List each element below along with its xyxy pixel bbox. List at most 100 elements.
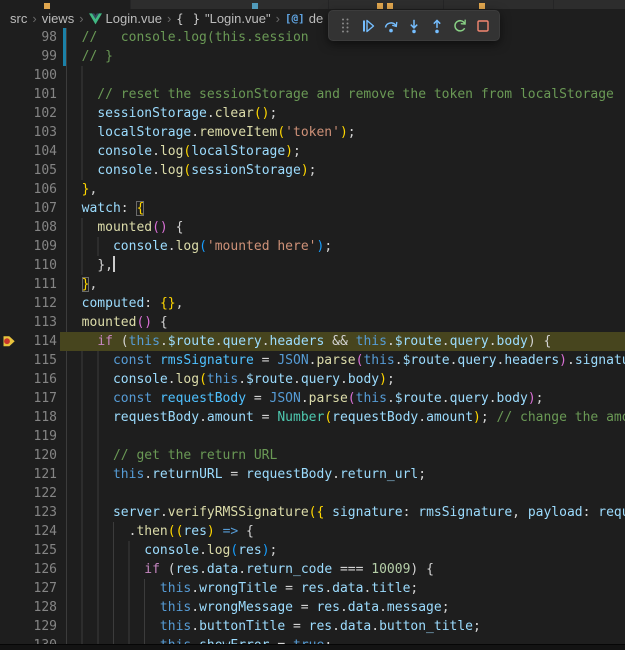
code-line[interactable]: 107 watch: { bbox=[0, 199, 625, 218]
line-number[interactable]: 108 bbox=[0, 218, 60, 237]
code-text[interactable]: mounted() { bbox=[60, 313, 625, 332]
code-text[interactable]: console.log('mounted here'); bbox=[60, 237, 625, 256]
code-text[interactable]: sessionStorage.clear(); bbox=[60, 104, 625, 123]
breadcrumb-item[interactable]: "Login.vue" bbox=[205, 11, 271, 26]
breadcrumb-item[interactable]: de bbox=[309, 11, 323, 26]
code-line[interactable]: 110 }, bbox=[0, 256, 625, 275]
code-line[interactable]: 113 mounted() { bbox=[0, 313, 625, 332]
code-line[interactable]: 101 // reset the sessionStorage and remo… bbox=[0, 85, 625, 104]
continue-button[interactable] bbox=[358, 14, 378, 38]
breadcrumb-item[interactable]: src bbox=[10, 11, 27, 26]
code-line[interactable]: 128 this.wrongMessage = res.data.message… bbox=[0, 598, 625, 617]
line-number[interactable]: 114 bbox=[0, 332, 60, 351]
code-line[interactable]: 129 this.buttonTitle = res.data.button_t… bbox=[0, 617, 625, 636]
code-line[interactable]: 121 this.returnURL = requestBody.return_… bbox=[0, 465, 625, 484]
line-number[interactable]: 110 bbox=[0, 256, 60, 275]
line-number[interactable]: 125 bbox=[0, 541, 60, 560]
line-number[interactable]: 99 bbox=[0, 47, 60, 66]
line-number[interactable]: 129 bbox=[0, 617, 60, 636]
code-line[interactable]: 100 bbox=[0, 66, 625, 85]
code-line[interactable]: 103 localStorage.removeItem('token'); bbox=[0, 123, 625, 142]
code-text[interactable] bbox=[60, 66, 625, 85]
code-line[interactable]: 123 server.verifyRMSSignature({ signatur… bbox=[0, 503, 625, 522]
code-line[interactable]: 125 console.log(res); bbox=[0, 541, 625, 560]
line-number[interactable]: 128 bbox=[0, 598, 60, 617]
tab-bar[interactable] bbox=[0, 0, 625, 9]
code-line[interactable]: 126 if (res.data.return_code === 10009) … bbox=[0, 560, 625, 579]
line-number[interactable]: 103 bbox=[0, 123, 60, 142]
code-text[interactable]: server.verifyRMSSignature({ signature: r… bbox=[60, 503, 625, 522]
stop-button[interactable] bbox=[473, 14, 493, 38]
code-line[interactable]: 106 }, bbox=[0, 180, 625, 199]
editor-pane[interactable]: 98 // console.log(this.session99 // }100… bbox=[0, 28, 625, 650]
step-out-button[interactable] bbox=[427, 14, 447, 38]
code-line[interactable]: 109 console.log('mounted here'); bbox=[0, 237, 625, 256]
line-number[interactable]: 117 bbox=[0, 389, 60, 408]
line-number[interactable]: 123 bbox=[0, 503, 60, 522]
line-number[interactable]: 118 bbox=[0, 408, 60, 427]
code-line[interactable]: 111 }, bbox=[0, 275, 625, 294]
code-text[interactable]: console.log(sessionStorage); bbox=[60, 161, 625, 180]
code-text[interactable]: console.log(localStorage); bbox=[60, 142, 625, 161]
code-text[interactable]: watch: { bbox=[60, 199, 625, 218]
code-text[interactable]: // get the return URL bbox=[60, 446, 625, 465]
code-line[interactable]: 99 // } bbox=[0, 47, 625, 66]
code-text[interactable] bbox=[60, 427, 625, 446]
line-number[interactable]: 109 bbox=[0, 237, 60, 256]
code-line[interactable]: 119 bbox=[0, 427, 625, 446]
step-into-button[interactable] bbox=[404, 14, 424, 38]
code-text[interactable]: this.wrongMessage = res.data.message; bbox=[60, 598, 625, 617]
code-line[interactable]: 122 bbox=[0, 484, 625, 503]
code-line[interactable]: 108 mounted() { bbox=[0, 218, 625, 237]
line-number[interactable]: 100 bbox=[0, 66, 60, 85]
code-text[interactable]: this.returnURL = requestBody.return_url; bbox=[60, 465, 625, 484]
code-line[interactable]: 105 console.log(sessionStorage); bbox=[0, 161, 625, 180]
code-line[interactable]: 114 if (this.$route.query.headers && thi… bbox=[0, 332, 625, 351]
line-number[interactable]: 126 bbox=[0, 560, 60, 579]
code-text[interactable]: this.buttonTitle = res.data.button_title… bbox=[60, 617, 625, 636]
line-number[interactable]: 104 bbox=[0, 142, 60, 161]
code-line[interactable]: 124 .then((res) => { bbox=[0, 522, 625, 541]
code-line[interactable]: 104 console.log(localStorage); bbox=[0, 142, 625, 161]
code-text[interactable]: this.wrongTitle = res.data.title; bbox=[60, 579, 625, 598]
step-over-button[interactable] bbox=[381, 14, 401, 38]
line-number[interactable]: 102 bbox=[0, 104, 60, 123]
code-text[interactable]: computed: {}, bbox=[60, 294, 625, 313]
line-number[interactable]: 116 bbox=[0, 370, 60, 389]
line-number[interactable]: 105 bbox=[0, 161, 60, 180]
breadcrumb-item[interactable]: Login.vue bbox=[106, 11, 162, 26]
code-text[interactable]: localStorage.removeItem('token'); bbox=[60, 123, 625, 142]
code-text[interactable]: .then((res) => { bbox=[60, 522, 625, 541]
code-line[interactable]: 116 console.log(this.$route.query.body); bbox=[0, 370, 625, 389]
code-text[interactable]: const requestBody = JSON.parse(this.$rou… bbox=[60, 389, 625, 408]
code-text[interactable]: // reset the sessionStorage and remove t… bbox=[60, 85, 625, 104]
line-number[interactable]: 120 bbox=[0, 446, 60, 465]
line-number[interactable]: 106 bbox=[0, 180, 60, 199]
code-text[interactable]: const rmsSignature = JSON.parse(this.$ro… bbox=[60, 351, 625, 370]
line-number[interactable]: 107 bbox=[0, 199, 60, 218]
code-text[interactable]: }, bbox=[60, 180, 625, 199]
code-text[interactable]: if (res.data.return_code === 10009) { bbox=[60, 560, 625, 579]
line-number[interactable]: 115 bbox=[0, 351, 60, 370]
code-text[interactable]: console.log(this.$route.query.body); bbox=[60, 370, 625, 389]
code-line[interactable]: 102 sessionStorage.clear(); bbox=[0, 104, 625, 123]
code-text[interactable] bbox=[60, 484, 625, 503]
line-number[interactable]: 127 bbox=[0, 579, 60, 598]
tab-active[interactable] bbox=[0, 0, 131, 9]
line-number[interactable]: 98 bbox=[0, 28, 60, 47]
code-line[interactable]: 118 requestBody.amount = Number(requestB… bbox=[0, 408, 625, 427]
code-text[interactable]: }, bbox=[60, 256, 625, 275]
toolbar-drag-handle[interactable] bbox=[335, 14, 355, 38]
line-number[interactable]: 112 bbox=[0, 294, 60, 313]
code-line[interactable]: 127 this.wrongTitle = res.data.title; bbox=[0, 579, 625, 598]
code-text[interactable]: console.log(res); bbox=[60, 541, 625, 560]
line-number[interactable]: 119 bbox=[0, 427, 60, 446]
code-line[interactable]: 117 const requestBody = JSON.parse(this.… bbox=[0, 389, 625, 408]
restart-button[interactable] bbox=[450, 14, 470, 38]
code-text[interactable]: if (this.$route.query.headers && this.$r… bbox=[60, 332, 625, 351]
code-line[interactable]: 98 // console.log(this.session bbox=[0, 28, 625, 47]
code-line[interactable]: 112 computed: {}, bbox=[0, 294, 625, 313]
code-text[interactable]: // } bbox=[60, 47, 625, 66]
line-number[interactable]: 124 bbox=[0, 522, 60, 541]
line-number[interactable]: 122 bbox=[0, 484, 60, 503]
